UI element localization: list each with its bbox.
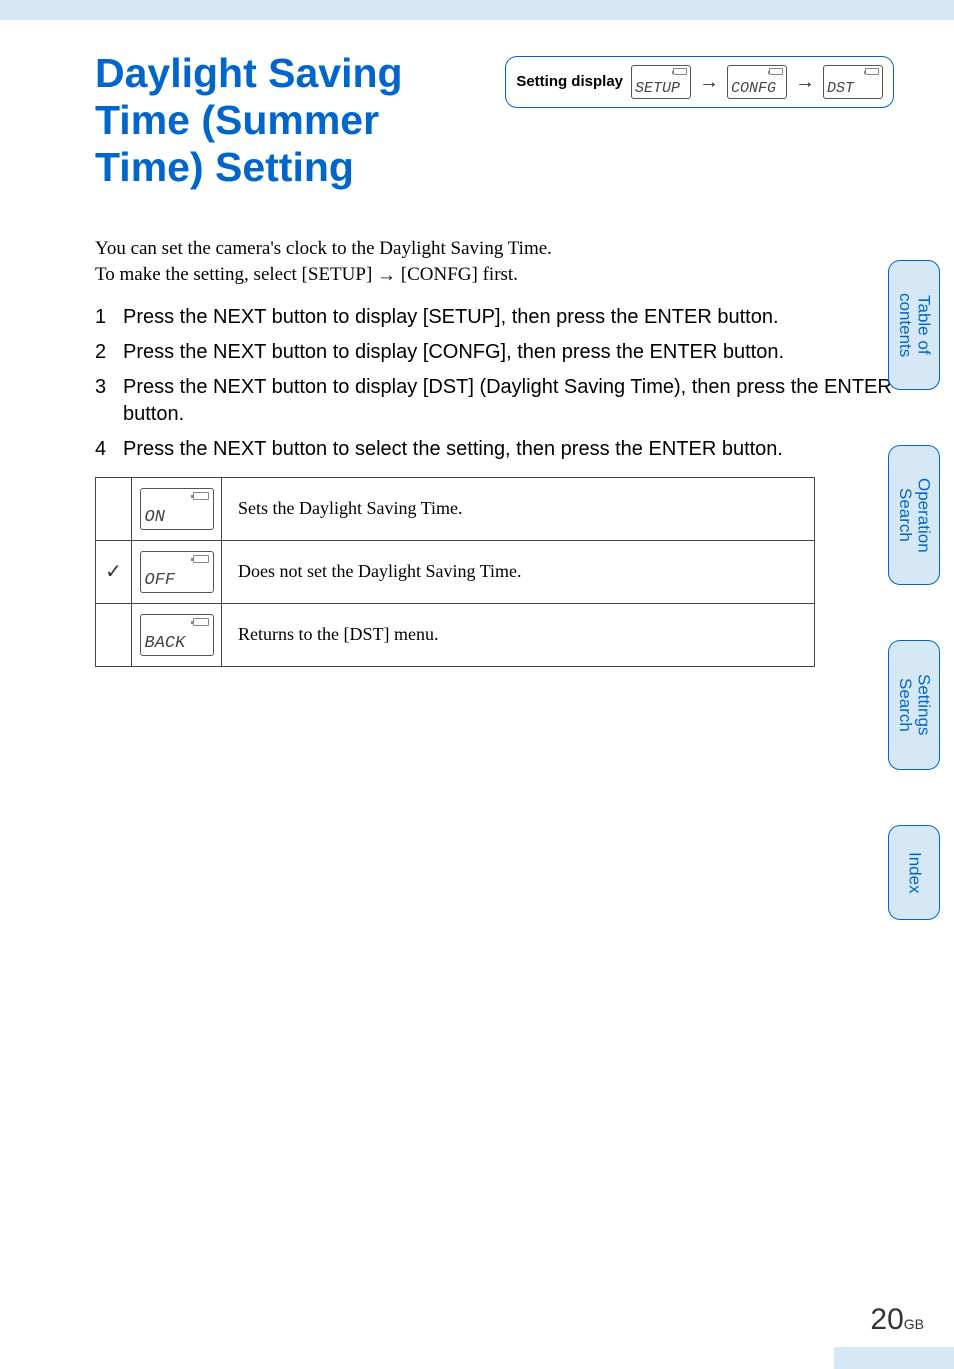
step-number: 4 bbox=[95, 436, 111, 463]
step-number: 2 bbox=[95, 339, 111, 366]
battery-icon bbox=[769, 68, 783, 75]
lcd-text: BACK bbox=[145, 634, 186, 653]
intro-line-1: You can set the camera's clock to the Da… bbox=[95, 236, 894, 262]
battery-icon bbox=[193, 555, 209, 563]
steps-list: 1 Press the NEXT button to display [SETUP… bbox=[95, 304, 894, 463]
lcd-text: CONFG bbox=[731, 80, 776, 97]
bottom-accent-bar bbox=[834, 1347, 954, 1369]
option-icon-cell: ON bbox=[132, 477, 222, 540]
lcd-text: ON bbox=[145, 508, 165, 527]
battery-icon bbox=[865, 68, 879, 75]
table-row: ✓ OFF Does not set the Daylight Saving T… bbox=[96, 540, 815, 603]
lcd-screen-dst: DST bbox=[823, 65, 883, 99]
step-item: 4 Press the NEXT button to select the set… bbox=[95, 436, 894, 463]
battery-icon bbox=[193, 492, 209, 500]
lcd-text: OFF bbox=[145, 571, 176, 590]
page-title: Daylight Saving Time (Summer Time) Setti… bbox=[95, 50, 475, 191]
top-accent-bar bbox=[0, 0, 954, 20]
step-text: Press the NEXT button to display [DST] (… bbox=[123, 374, 894, 428]
default-mark bbox=[96, 603, 132, 666]
intro-text: You can set the camera's clock to the Da… bbox=[95, 236, 894, 287]
battery-icon bbox=[673, 68, 687, 75]
lcd-screen-off: OFF bbox=[140, 551, 214, 593]
option-description: Returns to the [DST] menu. bbox=[222, 603, 815, 666]
option-description: Sets the Daylight Saving Time. bbox=[222, 477, 815, 540]
page-content: Daylight Saving Time (Summer Time) Setti… bbox=[0, 20, 954, 667]
step-text: Press the NEXT button to display [SETUP]… bbox=[123, 304, 779, 331]
page-number: 20GB bbox=[870, 1303, 924, 1337]
tab-index[interactable]: Index bbox=[888, 825, 940, 920]
step-number: 3 bbox=[95, 374, 111, 428]
battery-icon bbox=[193, 618, 209, 626]
option-description: Does not set the Daylight Saving Time. bbox=[222, 540, 815, 603]
arrow-right-icon: → bbox=[795, 71, 815, 94]
options-table: ON Sets the Daylight Saving Time. ✓ OFF … bbox=[95, 477, 815, 667]
page-number-suffix: GB bbox=[904, 1316, 924, 1332]
table-row: BACK Returns to the [DST] menu. bbox=[96, 603, 815, 666]
lcd-screen-setup: SETUP bbox=[631, 65, 691, 99]
setting-display-box: Setting display SETUP → CONFG → DST bbox=[505, 56, 894, 108]
tab-operation-search[interactable]: Operation Search bbox=[888, 445, 940, 585]
table-row: ON Sets the Daylight Saving Time. bbox=[96, 477, 815, 540]
intro-line-2: To make the setting, select [SETUP] → [C… bbox=[95, 262, 894, 288]
arrow-right-icon: → bbox=[699, 71, 719, 94]
step-item: 1 Press the NEXT button to display [SETUP… bbox=[95, 304, 894, 331]
tab-settings-search[interactable]: Settings Search bbox=[888, 640, 940, 770]
intro-line-2-post: [CONFG] first. bbox=[396, 264, 518, 285]
lcd-screen-on: ON bbox=[140, 488, 214, 530]
tab-table-of-contents[interactable]: Table of contents bbox=[888, 260, 940, 390]
step-item: 2 Press the NEXT button to display [CONFG… bbox=[95, 339, 894, 366]
lcd-text: DST bbox=[827, 80, 854, 97]
side-tabs: Table of contents Operation Search Setti… bbox=[888, 260, 940, 920]
lcd-text: SETUP bbox=[635, 80, 680, 97]
option-icon-cell: BACK bbox=[132, 603, 222, 666]
step-item: 3Press the NEXT button to display [DST] … bbox=[95, 374, 894, 428]
option-icon-cell: OFF bbox=[132, 540, 222, 603]
lcd-screen-back: BACK bbox=[140, 614, 214, 656]
setting-display-label: Setting display bbox=[516, 73, 623, 90]
page-number-value: 20 bbox=[870, 1303, 903, 1336]
lcd-screen-confg: CONFG bbox=[727, 65, 787, 99]
title-row: Daylight Saving Time (Summer Time) Setti… bbox=[95, 50, 894, 191]
default-mark: ✓ bbox=[96, 540, 132, 603]
arrow-right-icon: → bbox=[377, 263, 396, 289]
step-number: 1 bbox=[95, 304, 111, 331]
intro-line-2-pre: To make the setting, select [SETUP] bbox=[95, 264, 377, 285]
step-text: Press the NEXT button to display [CONFG]… bbox=[123, 339, 784, 366]
default-mark bbox=[96, 477, 132, 540]
step-text: Press the NEXT button to select the sett… bbox=[123, 436, 783, 463]
